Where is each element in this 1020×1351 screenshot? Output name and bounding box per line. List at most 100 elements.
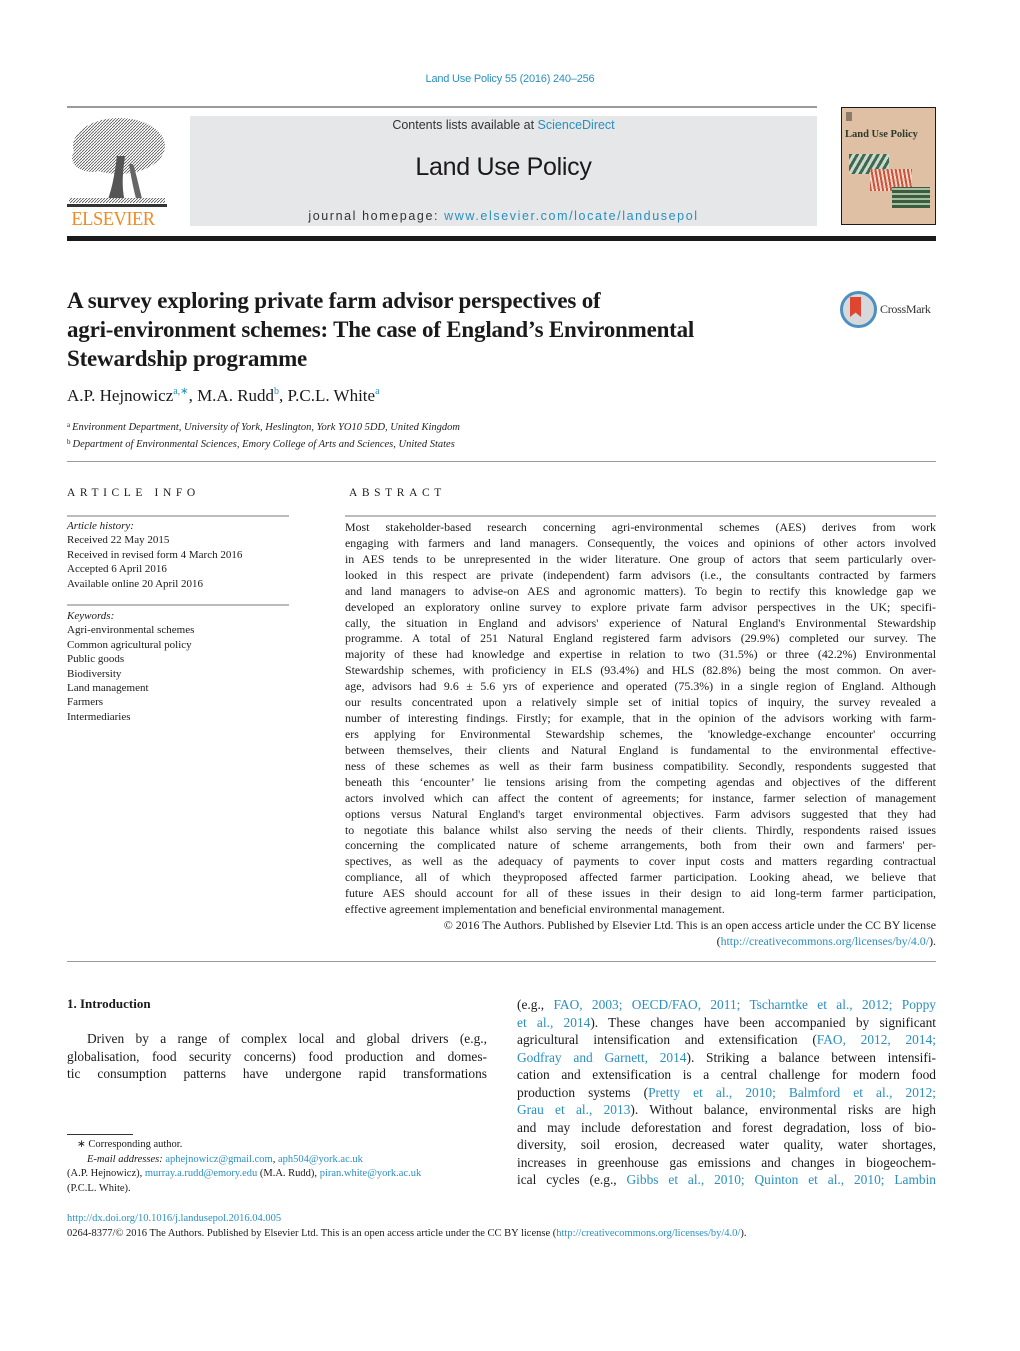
- abstract-line: concerning the complicated nature of sch…: [345, 838, 936, 853]
- sciencedirect-link[interactable]: ScienceDirect: [538, 118, 615, 132]
- footnotes: ∗ Corresponding author. E-mail addresses…: [67, 1138, 487, 1196]
- body-line: Grau et al., 2013). Without balance, env…: [517, 1101, 936, 1119]
- abstract-line: future AES should account for all of the…: [345, 886, 936, 901]
- abstract-line: number of interesting findings. Firstly;…: [345, 711, 936, 726]
- body-text: ). Striking a balance between intensifi-: [686, 1049, 937, 1065]
- body-text: and may include deforestation and forest…: [517, 1119, 936, 1135]
- abstract-line: beneath this ‘encounter’ lie tensions ar…: [345, 774, 936, 789]
- body-text: agricultural intensification and extensi…: [517, 1032, 817, 1047]
- footer-license-link[interactable]: http://creativecommons.org/licenses/by/4…: [556, 1228, 740, 1239]
- email-line: (A.P. Hejnowicz), murray.a.rudd@emory.ed…: [67, 1167, 487, 1182]
- keyword: Farmers: [67, 696, 104, 709]
- author-name[interactable]: P.C.L. White: [288, 386, 376, 405]
- abstract-line: our results concentrated upon a relative…: [345, 695, 936, 710]
- intro-left-column: Driven by a range of complex local and g…: [67, 1030, 487, 1083]
- crossmark-button[interactable]: CrossMark: [840, 291, 940, 329]
- abstract-bottom-rule: [67, 961, 936, 962]
- abstract-line: between themselves, their clients and Na…: [345, 742, 936, 757]
- body-text: (e.g.,: [517, 997, 554, 1012]
- corresponding-author-note: ∗ Corresponding author.: [77, 1139, 183, 1150]
- body-line: globalisation, food security concerns) f…: [67, 1048, 487, 1064]
- author-affiliation-marker[interactable]: a,∗: [173, 386, 188, 397]
- author-name[interactable]: A.P. Hejnowicz: [67, 386, 173, 405]
- email-link[interactable]: aphejnowicz@gmail.com: [165, 1154, 272, 1165]
- citation-link[interactable]: Gibbs et al., 2010; Quinton et al., 2010…: [627, 1172, 936, 1187]
- abstract-heading: ABSTRACT: [349, 487, 446, 499]
- body-line: Godfray and Garnett, 2014). Striking a b…: [517, 1049, 936, 1067]
- body-text: ). Without balance, environmental risks …: [630, 1102, 936, 1117]
- affiliations: a Environment Department, University of Y…: [67, 418, 460, 452]
- intro-right-column: (e.g., FAO, 2003; OECD/FAO, 2011; Tschar…: [517, 996, 936, 1189]
- body-line: diversity, soil erosion, decreased water…: [517, 1136, 936, 1154]
- article-info-heading: ARTICLE INFO: [67, 487, 200, 499]
- citation-link[interactable]: FAO, 2003; OECD/FAO, 2011; Tscharntke et…: [553, 997, 936, 1012]
- body-line: tic consumption patterns have undergone …: [67, 1066, 487, 1081]
- body-line: cation and extensification is a central …: [517, 1066, 936, 1084]
- paren-close: ).: [929, 933, 936, 948]
- journal-homepage-link[interactable]: www.elsevier.com/locate/landusepol: [444, 209, 699, 223]
- author-affiliation-marker[interactable]: a: [375, 386, 379, 397]
- journal-cover-thumbnail[interactable]: Land Use Policy: [841, 107, 936, 225]
- journal-homepage-line: journal homepage: www.elsevier.com/locat…: [190, 209, 817, 223]
- email-link[interactable]: aph504@york.ac.uk: [278, 1154, 363, 1165]
- email-link[interactable]: murray.a.rudd@emory.edu: [145, 1168, 257, 1179]
- license-link[interactable]: http://creativecommons.org/licenses/by/4…: [721, 934, 930, 948]
- affiliation: a Environment Department, University of Y…: [67, 418, 460, 435]
- abstract-line: Stewardship schemes, with proficiency in…: [345, 663, 936, 678]
- abstract-line: ness of these schemes as well as their f…: [345, 758, 936, 773]
- title-line: agri-environment schemes: The case of En…: [67, 317, 695, 342]
- body-text: cation and extensification is a central …: [517, 1067, 936, 1082]
- citation-link[interactable]: Grau et al., 2013: [517, 1102, 630, 1117]
- abstract-line: and land managers to advise-on AES and a…: [345, 583, 936, 598]
- article-info-rule: [67, 515, 289, 517]
- title-line: Stewardship programme: [67, 346, 308, 371]
- citation-link[interactable]: FAO, 2012, 2014;: [817, 1032, 936, 1047]
- elsevier-tree-icon: [67, 118, 167, 207]
- article-history: Article history: Received 22 May 2015 Re…: [67, 519, 289, 591]
- abstract-line: in AES tends to be unrepresented in the …: [345, 551, 936, 566]
- elsevier-logo[interactable]: ELSEVIER: [67, 116, 167, 230]
- abstract-rule: [345, 515, 936, 517]
- history-item: Received 22 May 2015: [67, 534, 170, 547]
- affiliation-text: Department of Environmental Sciences, Em…: [72, 439, 455, 450]
- body-line: production systems (Pretty et al., 2010;…: [517, 1084, 936, 1102]
- affiliation-text: Environment Department, University of Yo…: [72, 422, 461, 433]
- author-separator: ,: [188, 386, 198, 405]
- keywords-rule: [67, 604, 289, 606]
- email-owner: (A.P. Hejnowicz),: [67, 1168, 145, 1180]
- keyword: Biodiversity: [67, 667, 122, 680]
- journal-reference-link[interactable]: Land Use Policy 55 (2016) 240–256: [0, 73, 1020, 85]
- affiliations-rule: [67, 461, 936, 462]
- abstract-line: majority of these had knowledge and expe…: [345, 647, 936, 662]
- abstract-line: spectives, as well as the adequacy of pa…: [345, 854, 936, 869]
- footer-license-line: 0264-8377/© 2016 The Authors. Published …: [67, 1227, 746, 1242]
- abstract-line: ers applying for Environmental Stewardsh…: [345, 726, 936, 741]
- citation-link[interactable]: Pretty et al., 2010; Balmford et al., 20…: [648, 1085, 936, 1100]
- abstract-line: compliance, all of which theyproposed af…: [345, 870, 936, 885]
- abstract-line: effective agreement implementation and b…: [345, 902, 725, 917]
- page-footer: http://dx.doi.org/10.1016/j.landusepol.2…: [67, 1212, 746, 1241]
- affiliation-mark: a: [67, 421, 71, 429]
- email-owner: (M.A. Rudd),: [257, 1168, 320, 1180]
- abstract-line: age, advisors had 9.6 ± 5.6 yrs of exper…: [345, 679, 936, 694]
- keyword: Public goods: [67, 653, 125, 666]
- journal-title: Land Use Policy: [415, 153, 592, 181]
- journal-banner: Contents lists available at ScienceDirec…: [190, 116, 817, 226]
- cover-image-3: [892, 187, 930, 208]
- citation-link[interactable]: Godfray and Garnett, 2014: [517, 1050, 687, 1065]
- email-link[interactable]: piran.white@york.ac.uk: [320, 1168, 422, 1179]
- article-title: A survey exploring private farm advisor …: [67, 286, 827, 373]
- abstract-body: Most stakeholder-based research concerni…: [345, 520, 936, 950]
- history-item: Available online 20 April 2016: [67, 577, 204, 590]
- body-line: (e.g., FAO, 2003; OECD/FAO, 2011; Tschar…: [517, 996, 936, 1014]
- crossmark-label: CrossMark: [880, 302, 931, 316]
- author-list: A.P. Hejnowicza,∗, M.A. Ruddb, P.C.L. Wh…: [67, 386, 380, 406]
- affiliation-mark: b: [67, 438, 71, 446]
- email-owner: (P.C.L. White).: [67, 1182, 131, 1194]
- citation-link[interactable]: et al., 2014: [517, 1015, 590, 1030]
- doi-link[interactable]: http://dx.doi.org/10.1016/j.landusepol.2…: [67, 1213, 281, 1224]
- abstract-line: engaging with farmers and land managers.…: [345, 535, 936, 550]
- email-line: E-mail addresses: aphejnowicz@gmail.com,…: [87, 1153, 363, 1165]
- author-name[interactable]: M.A. Rudd: [197, 386, 274, 405]
- keyword: Agri-environmental schemes: [67, 624, 195, 637]
